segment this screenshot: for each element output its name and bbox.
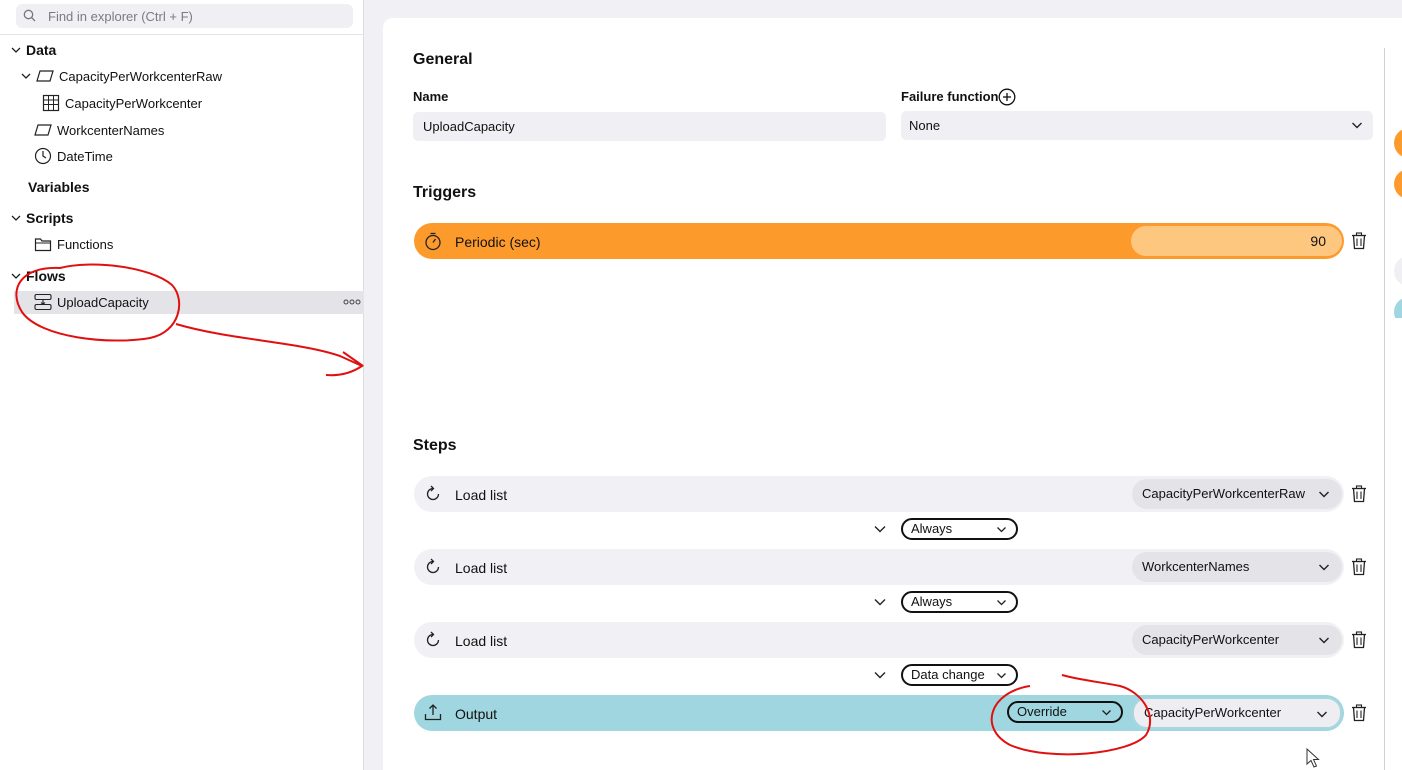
step-target-value: CapacityPerWorkcenter <box>1142 632 1280 647</box>
mouse-cursor-icon <box>1306 748 1320 768</box>
tree-item-label: WorkcenterNames <box>57 122 165 138</box>
refresh-icon <box>426 485 440 501</box>
failure-function-select[interactable]: None <box>901 111 1373 140</box>
condition-value: Data change <box>911 667 985 682</box>
step-target-select[interactable]: WorkcenterNames <box>1132 552 1342 582</box>
trash-icon[interactable] <box>1350 232 1368 250</box>
condition-value: Always <box>911 521 953 536</box>
tree-section-label: Flows <box>26 268 66 284</box>
sidebar-divider <box>0 34 364 35</box>
tree-item-datetime[interactable]: DateTime <box>34 145 113 167</box>
failure-function-label: Failure function <box>901 89 999 104</box>
tree-section-scripts[interactable]: Scripts <box>10 207 73 229</box>
condition-select-2[interactable]: Always <box>901 591 1018 613</box>
more-options-icon[interactable] <box>343 296 361 308</box>
output-mode-value: Override <box>1017 704 1067 719</box>
tree-section-label: Variables <box>28 179 90 195</box>
timer-icon <box>425 232 441 251</box>
chevron-down-icon[interactable] <box>10 44 22 56</box>
chevron-down-icon <box>997 673 1006 679</box>
chevron-down-icon <box>997 600 1006 606</box>
steps-heading: Steps <box>413 437 457 454</box>
chevron-down-icon <box>1352 122 1362 129</box>
table-icon <box>42 94 60 112</box>
name-input[interactable] <box>421 118 886 135</box>
triggers-heading: Triggers <box>413 184 477 201</box>
tree-item-label: DateTime <box>57 148 113 164</box>
upload-icon <box>424 704 442 721</box>
refresh-icon <box>426 558 440 574</box>
chevron-down-icon <box>1317 711 1327 718</box>
collapse-chevron-icon[interactable] <box>873 670 887 680</box>
trash-icon[interactable] <box>1350 631 1368 649</box>
collapse-chevron-icon[interactable] <box>873 524 887 534</box>
failure-function-value: None <box>909 118 941 133</box>
condition-value: Always <box>911 594 953 609</box>
tree-section-variables[interactable]: Variables <box>28 176 90 198</box>
trash-icon[interactable] <box>1350 558 1368 576</box>
tree-item-capacity-raw[interactable]: CapacityPerWorkcenterRaw <box>20 65 222 87</box>
tree-item-label: CapacityPerWorkcenterRaw <box>59 68 223 84</box>
step-title: Output <box>455 706 498 722</box>
clock-icon <box>34 147 52 165</box>
tree-section-label: Data <box>26 42 57 58</box>
tree-item-workcenter-names[interactable]: WorkcenterNames <box>34 119 164 141</box>
tree-item-label: CapacityPerWorkcenter <box>65 95 203 111</box>
folder-icon <box>34 235 52 253</box>
chevron-down-icon[interactable] <box>10 270 22 282</box>
chevron-down-icon <box>1319 491 1329 498</box>
dataset-icon <box>34 121 52 139</box>
step-target-select[interactable]: CapacityPerWorkcenter <box>1132 697 1342 729</box>
step-target-value: CapacityPerWorkcenter <box>1144 705 1282 720</box>
step-target-value: WorkcenterNames <box>1142 559 1250 574</box>
name-label: Name <box>413 89 449 104</box>
trigger-label: Periodic (sec) <box>455 234 541 250</box>
tree-section-label: Scripts <box>26 210 74 226</box>
output-mode-select[interactable]: Override <box>1007 701 1123 723</box>
trigger-interval-input[interactable]: 90 <box>1131 226 1342 256</box>
explorer-search[interactable] <box>16 4 353 28</box>
side-panel-divider <box>1384 48 1385 770</box>
tree-item-capacity[interactable]: CapacityPerWorkcenter <box>42 92 202 114</box>
chevron-down-icon <box>997 527 1006 533</box>
chevron-down-icon[interactable] <box>20 70 32 82</box>
condition-select-3[interactable]: Data change <box>901 664 1018 686</box>
step-title: Load list <box>455 560 508 576</box>
tree-section-data[interactable]: Data <box>10 39 56 61</box>
search-input[interactable] <box>46 4 346 28</box>
trash-icon[interactable] <box>1350 485 1368 503</box>
trash-icon[interactable] <box>1350 704 1368 722</box>
chevron-down-icon <box>1319 637 1329 644</box>
explorer-sidebar: Data CapacityPerWorkcenterRaw CapacityPe… <box>0 0 364 770</box>
tree-item-label: Functions <box>57 236 114 252</box>
step-target-select[interactable]: CapacityPerWorkcenter <box>1132 625 1342 655</box>
chevron-down-icon[interactable] <box>10 212 22 224</box>
flow-icon <box>34 293 52 311</box>
side-panel-partial <box>1394 129 1402 318</box>
step-target-select[interactable]: CapacityPerWorkcenterRaw <box>1132 479 1342 509</box>
collapse-chevron-icon[interactable] <box>873 597 887 607</box>
chevron-down-icon <box>1319 564 1329 571</box>
tree-item-upload-capacity[interactable]: UploadCapacity <box>34 291 149 313</box>
dataset-icon <box>36 67 54 85</box>
tree-item-label: UploadCapacity <box>57 294 149 310</box>
refresh-icon <box>426 631 440 647</box>
add-circle-icon[interactable] <box>998 88 1016 106</box>
condition-select-1[interactable]: Always <box>901 518 1018 540</box>
tree-section-flows[interactable]: Flows <box>10 265 66 287</box>
step-title: Load list <box>455 487 508 503</box>
step-title: Load list <box>455 633 508 649</box>
tree-item-functions[interactable]: Functions <box>34 233 113 255</box>
name-field[interactable] <box>413 112 886 141</box>
step-target-value: CapacityPerWorkcenterRaw <box>1142 486 1306 501</box>
general-heading: General <box>413 51 473 68</box>
chevron-down-icon <box>1102 710 1111 716</box>
search-icon <box>23 9 36 22</box>
